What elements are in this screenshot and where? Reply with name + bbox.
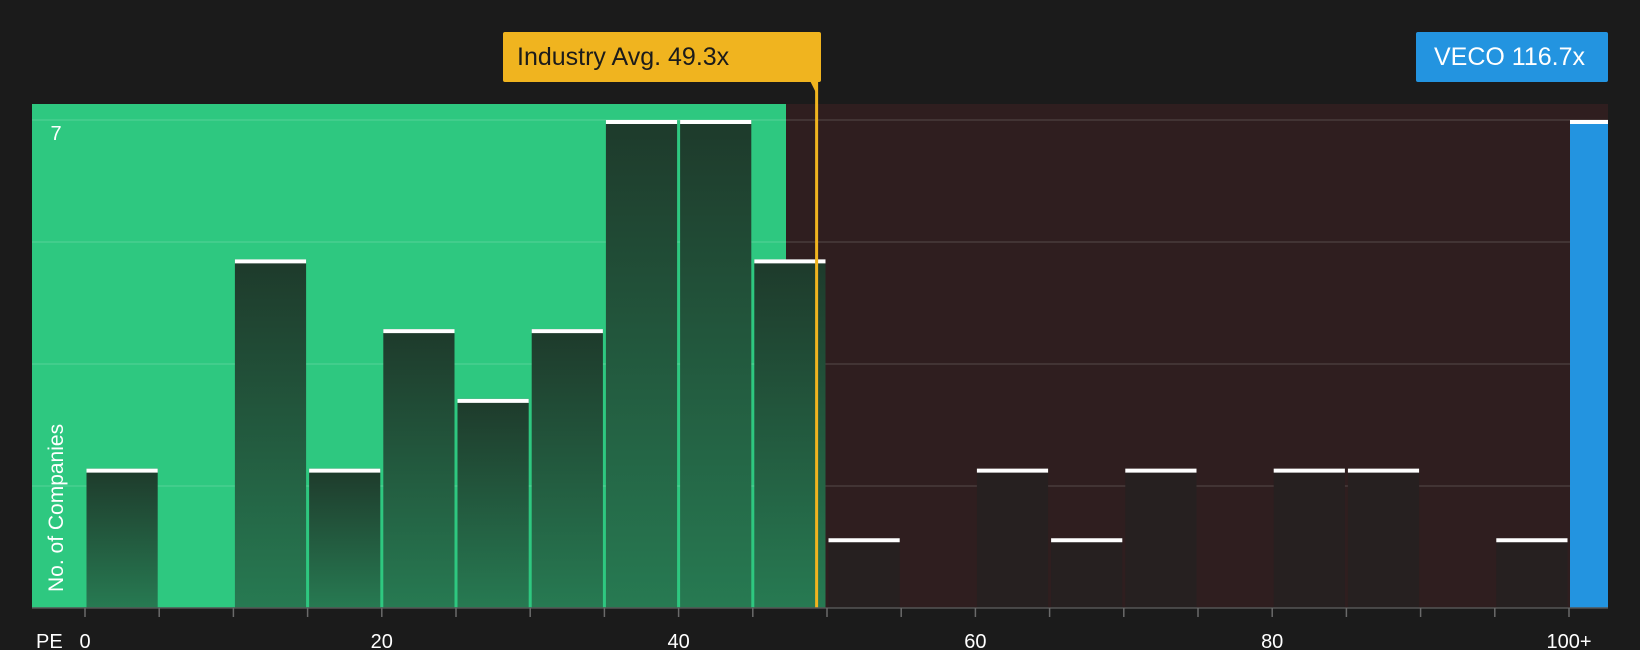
y-axis-label: No. of Companies — [45, 424, 68, 592]
x-tick-label: 80 — [1261, 631, 1283, 650]
histogram-bar — [1496, 538, 1568, 608]
histogram-bar — [754, 259, 826, 608]
histogram-bar — [828, 538, 900, 608]
x-tick-label: 60 — [964, 631, 986, 650]
industry-average-callout: Industry Avg. 49.3x — [503, 32, 821, 82]
histogram-bar — [605, 120, 678, 608]
pe-distribution-chart: 7 No. of Companies 0 20 40 60 80 100+ PE — [32, 80, 1608, 650]
company-pe-callout: VECO 116.7x — [1416, 32, 1608, 82]
histogram-bar — [1051, 538, 1123, 608]
histogram-bar — [383, 329, 455, 608]
histogram-bar — [1347, 468, 1420, 608]
x-tick-label: 20 — [371, 631, 393, 650]
histogram-bar — [309, 468, 381, 608]
company-bar — [1570, 120, 1608, 608]
x-axis-label: PE — [36, 631, 63, 650]
histogram-bar — [1125, 468, 1197, 608]
x-tick-label: 100+ — [1546, 631, 1591, 650]
x-tick-label: 40 — [667, 631, 689, 650]
x-tick-label: 0 — [79, 631, 90, 650]
above-average-zone — [786, 104, 1608, 608]
histogram-bar — [976, 468, 1049, 608]
histogram-bar — [234, 259, 307, 608]
histogram-bar — [1273, 468, 1345, 608]
histogram-bar — [86, 468, 158, 608]
histogram-bar — [531, 329, 603, 608]
histogram-bar — [680, 120, 752, 608]
y-tick-label: 7 — [50, 123, 61, 145]
histogram-bar — [457, 398, 529, 608]
